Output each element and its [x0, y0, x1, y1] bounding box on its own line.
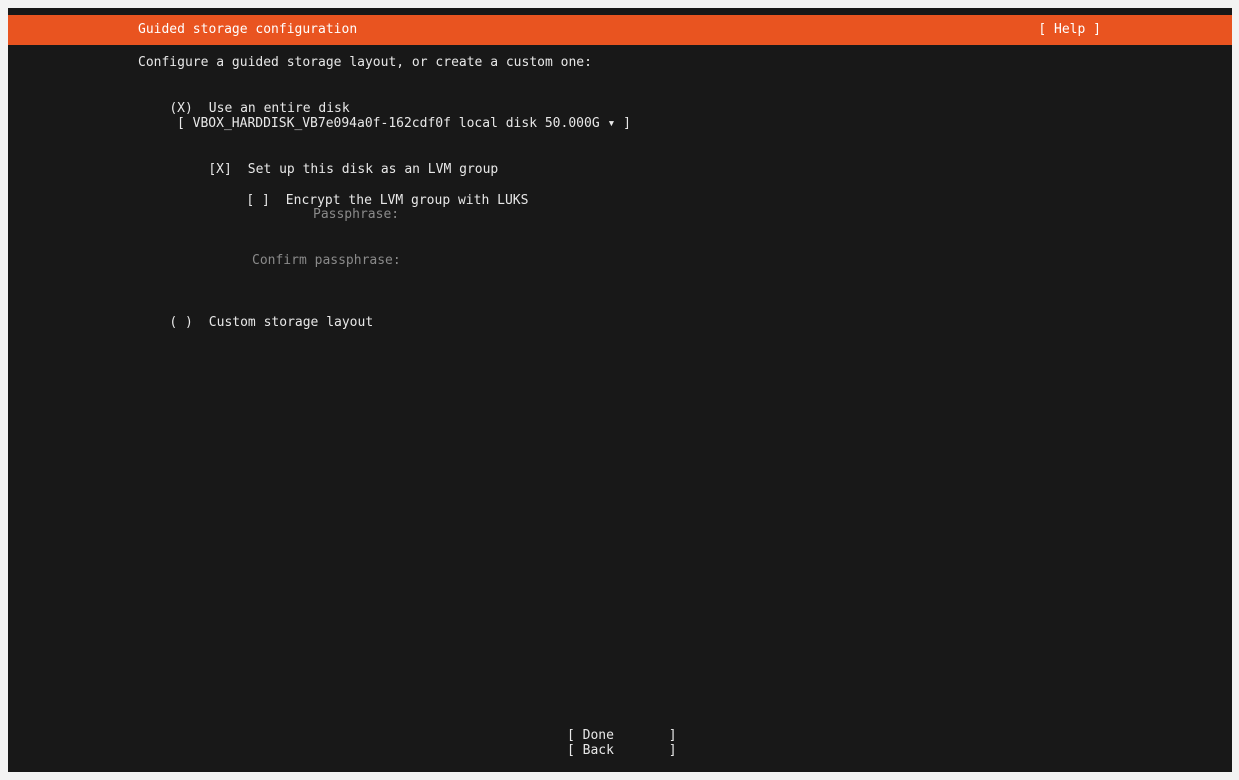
custom-layout-label: Custom storage layout	[208, 315, 374, 330]
title-bar: Guided storage configuration [ Help ]	[8, 15, 1232, 45]
lvm-group-label: Set up this disk as an LVM group	[247, 162, 499, 177]
use-entire-disk-label: Use an entire disk	[208, 101, 350, 116]
back-button[interactable]: [ Back ]	[567, 743, 677, 759]
page-title: Guided storage configuration	[138, 22, 358, 37]
installer-screen: Guided storage configuration [ Help ] Co…	[8, 8, 1232, 772]
confirm-passphrase-input[interactable]	[408, 253, 708, 269]
confirm-passphrase-label: Confirm passphrase:	[252, 253, 401, 268]
disk-select-dropdown[interactable]: [ VBOX_HARDDISK_VB7e094a0f-162cdf0f loca…	[177, 116, 631, 132]
done-button[interactable]: [ Done ]	[567, 728, 677, 744]
checkbox-checked-mark: [X]	[208, 162, 232, 177]
intro-text: Configure a guided storage layout, or cr…	[138, 55, 592, 70]
checkbox-unchecked-mark: [ ]	[246, 193, 270, 208]
passphrase-label: Passphrase:	[313, 207, 400, 222]
custom-layout-radio[interactable]: ( ) Custom storage layout	[138, 299, 373, 347]
passphrase-input[interactable]	[408, 207, 708, 223]
help-button[interactable]: [ Help ]	[1038, 15, 1101, 45]
radio-unselected-mark: ( )	[169, 315, 193, 330]
radio-selected-mark: (X)	[169, 101, 193, 116]
